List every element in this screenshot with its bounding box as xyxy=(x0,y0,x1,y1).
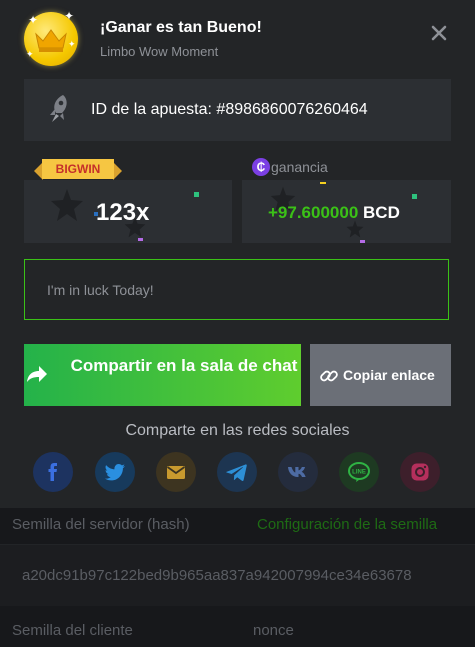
multiplier-value: 123x xyxy=(96,199,150,226)
big-win-modal: ✦ ✦ ✦ ✦ ¡Ganar es tan Bueno! Limbo Wow M… xyxy=(0,0,475,508)
confetti-decoration xyxy=(412,194,417,199)
bigwin-badge-label: BIGWIN xyxy=(42,159,114,179)
crown-icon: ✦ ✦ ✦ ✦ xyxy=(24,10,78,66)
profit-amount: +97.600000 BCD xyxy=(268,203,400,223)
message-field[interactable] xyxy=(24,259,449,320)
server-seed-hash-value: a20dc91b97c122bed9b965aa837a942007994ce3… xyxy=(22,567,412,584)
bet-id-label: ID de la apuesta: #8986860076260464 xyxy=(91,101,368,118)
svg-text:LINE: LINE xyxy=(352,470,366,476)
bet-id-panel: ID de la apuesta: #8986860076260464 xyxy=(24,79,451,141)
profit-value: +97.600000 xyxy=(268,203,359,222)
server-seed-label: Semilla del servidor (hash) xyxy=(12,516,190,533)
star-decoration xyxy=(51,189,83,221)
client-seed-nonce-label: nonce xyxy=(253,622,294,639)
twitter-icon[interactable] xyxy=(95,452,135,492)
instagram-icon[interactable] xyxy=(400,452,440,492)
confetti-decoration xyxy=(138,238,143,241)
modal-header: ✦ ✦ ✦ ✦ ¡Ganar es tan Bueno! Limbo Wow M… xyxy=(0,0,475,78)
confetti-decoration xyxy=(360,240,365,243)
email-icon[interactable] xyxy=(156,452,196,492)
seed-settings-link[interactable]: Configuración de la semilla xyxy=(257,516,437,533)
social-share-title: Comparte en las redes sociales xyxy=(125,422,350,439)
client-seed-row: Semilla del cliente nonce xyxy=(0,606,475,647)
copy-link-button[interactable]: Copiar enlace xyxy=(310,344,451,406)
copy-link-label: Copiar enlace xyxy=(343,367,435,383)
client-seed-label: Semilla del cliente xyxy=(12,622,133,639)
bcd-coin-icon: ₵ xyxy=(252,158,270,176)
modal-subtitle: Limbo Wow Moment xyxy=(100,44,219,59)
server-seed-hash-field[interactable]: a20dc91b97c122bed9b965aa837a942007994ce3… xyxy=(0,544,475,607)
share-to-chat-button[interactable]: Compartir en la sala de chat xyxy=(24,344,301,406)
message-input[interactable] xyxy=(25,260,448,319)
profit-currency: BCD xyxy=(363,203,400,222)
modal-title: ¡Ganar es tan Bueno! xyxy=(100,19,262,36)
bigwin-badge: BIGWIN xyxy=(34,159,122,181)
share-to-chat-label: Compartir en la sala de chat xyxy=(70,356,298,375)
gain-label-text: ganancia xyxy=(271,159,328,175)
rocket-icon xyxy=(46,93,72,130)
telegram-icon[interactable] xyxy=(217,452,257,492)
close-icon[interactable] xyxy=(428,22,450,44)
share-arrow-icon xyxy=(24,362,48,391)
link-icon xyxy=(319,366,339,391)
confetti-decoration xyxy=(320,182,326,184)
facebook-icon[interactable] xyxy=(33,452,73,492)
confetti-decoration xyxy=(194,192,199,197)
line-icon[interactable]: LINE xyxy=(339,452,379,492)
server-seed-row: Semilla del servidor (hash) Configuració… xyxy=(0,508,475,544)
vk-icon[interactable] xyxy=(278,452,318,492)
